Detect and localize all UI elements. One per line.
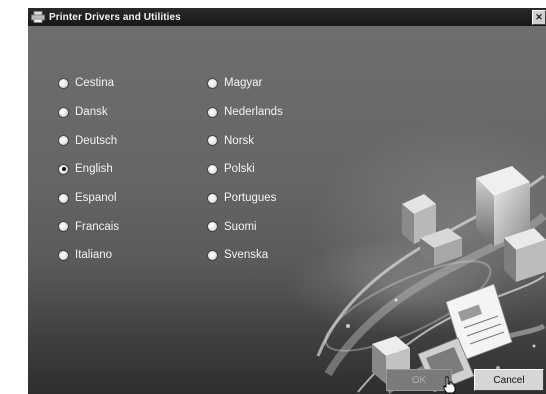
radio-button[interactable] xyxy=(59,136,68,146)
language-label: Svenska xyxy=(224,249,269,262)
cancel-button[interactable]: Cancel xyxy=(474,369,544,391)
hand-pointer-icon xyxy=(443,376,456,394)
language-column-right: Magyar Nederlands Norsk Polski Portugues… xyxy=(208,69,283,270)
radio-button[interactable] xyxy=(208,193,217,203)
language-option-francais[interactable]: Francais xyxy=(59,212,119,241)
decorative-artwork xyxy=(316,166,546,394)
language-option-cestina[interactable]: Cestina xyxy=(59,69,119,98)
box-graphic-right xyxy=(504,228,546,282)
radio-button[interactable] xyxy=(208,164,217,174)
language-option-suomi[interactable]: Suomi xyxy=(208,212,283,241)
language-label: Portugues xyxy=(224,192,277,205)
radio-button[interactable] xyxy=(208,136,217,146)
printer-drivers-window: Printer Drivers and Utilities ✕ Cestina … xyxy=(28,8,546,394)
language-option-portugues[interactable]: Portugues xyxy=(208,184,283,213)
close-icon[interactable]: ✕ xyxy=(532,10,546,25)
language-option-norsk[interactable]: Norsk xyxy=(208,126,283,155)
language-option-svenska[interactable]: Svenska xyxy=(208,241,283,270)
radio-button[interactable] xyxy=(208,250,217,260)
language-label: Dansk xyxy=(75,106,108,119)
language-label: Francais xyxy=(75,220,120,233)
language-label: Magyar xyxy=(224,77,263,90)
language-label: Espanol xyxy=(75,192,117,205)
language-option-magyar[interactable]: Magyar xyxy=(208,69,283,98)
language-option-espanol[interactable]: Espanol xyxy=(59,184,119,213)
client-area: Cestina Dansk Deutsch English Espanol Fr… xyxy=(28,26,546,394)
language-option-italiano[interactable]: Italiano xyxy=(59,241,119,270)
language-label: Italiano xyxy=(75,249,113,262)
language-label: English xyxy=(75,163,113,176)
radio-button-selected[interactable] xyxy=(59,164,68,174)
language-column-left: Cestina Dansk Deutsch English Espanol Fr… xyxy=(59,69,119,270)
radio-button[interactable] xyxy=(208,107,217,117)
language-label: Polski xyxy=(224,163,255,176)
radio-button[interactable] xyxy=(208,78,217,88)
language-option-english[interactable]: English xyxy=(59,155,119,184)
title-bar: Printer Drivers and Utilities ✕ xyxy=(28,8,546,26)
language-label: Norsk xyxy=(224,134,255,147)
radio-button[interactable] xyxy=(59,250,68,260)
radio-button[interactable] xyxy=(59,222,68,232)
window-title: Printer Drivers and Utilities xyxy=(49,11,181,23)
language-option-polski[interactable]: Polski xyxy=(208,155,283,184)
language-option-nederlands[interactable]: Nederlands xyxy=(208,98,283,127)
language-label: Cestina xyxy=(75,77,114,90)
radio-button[interactable] xyxy=(59,78,68,88)
language-option-dansk[interactable]: Dansk xyxy=(59,98,119,127)
language-label: Suomi xyxy=(224,220,257,233)
language-label: Deutsch xyxy=(75,134,118,147)
radio-button[interactable] xyxy=(208,222,217,232)
radio-button[interactable] xyxy=(59,193,68,203)
radio-button[interactable] xyxy=(59,107,68,117)
language-option-deutsch[interactable]: Deutsch xyxy=(59,126,119,155)
language-label: Nederlands xyxy=(224,106,283,119)
printer-icon xyxy=(31,11,45,23)
